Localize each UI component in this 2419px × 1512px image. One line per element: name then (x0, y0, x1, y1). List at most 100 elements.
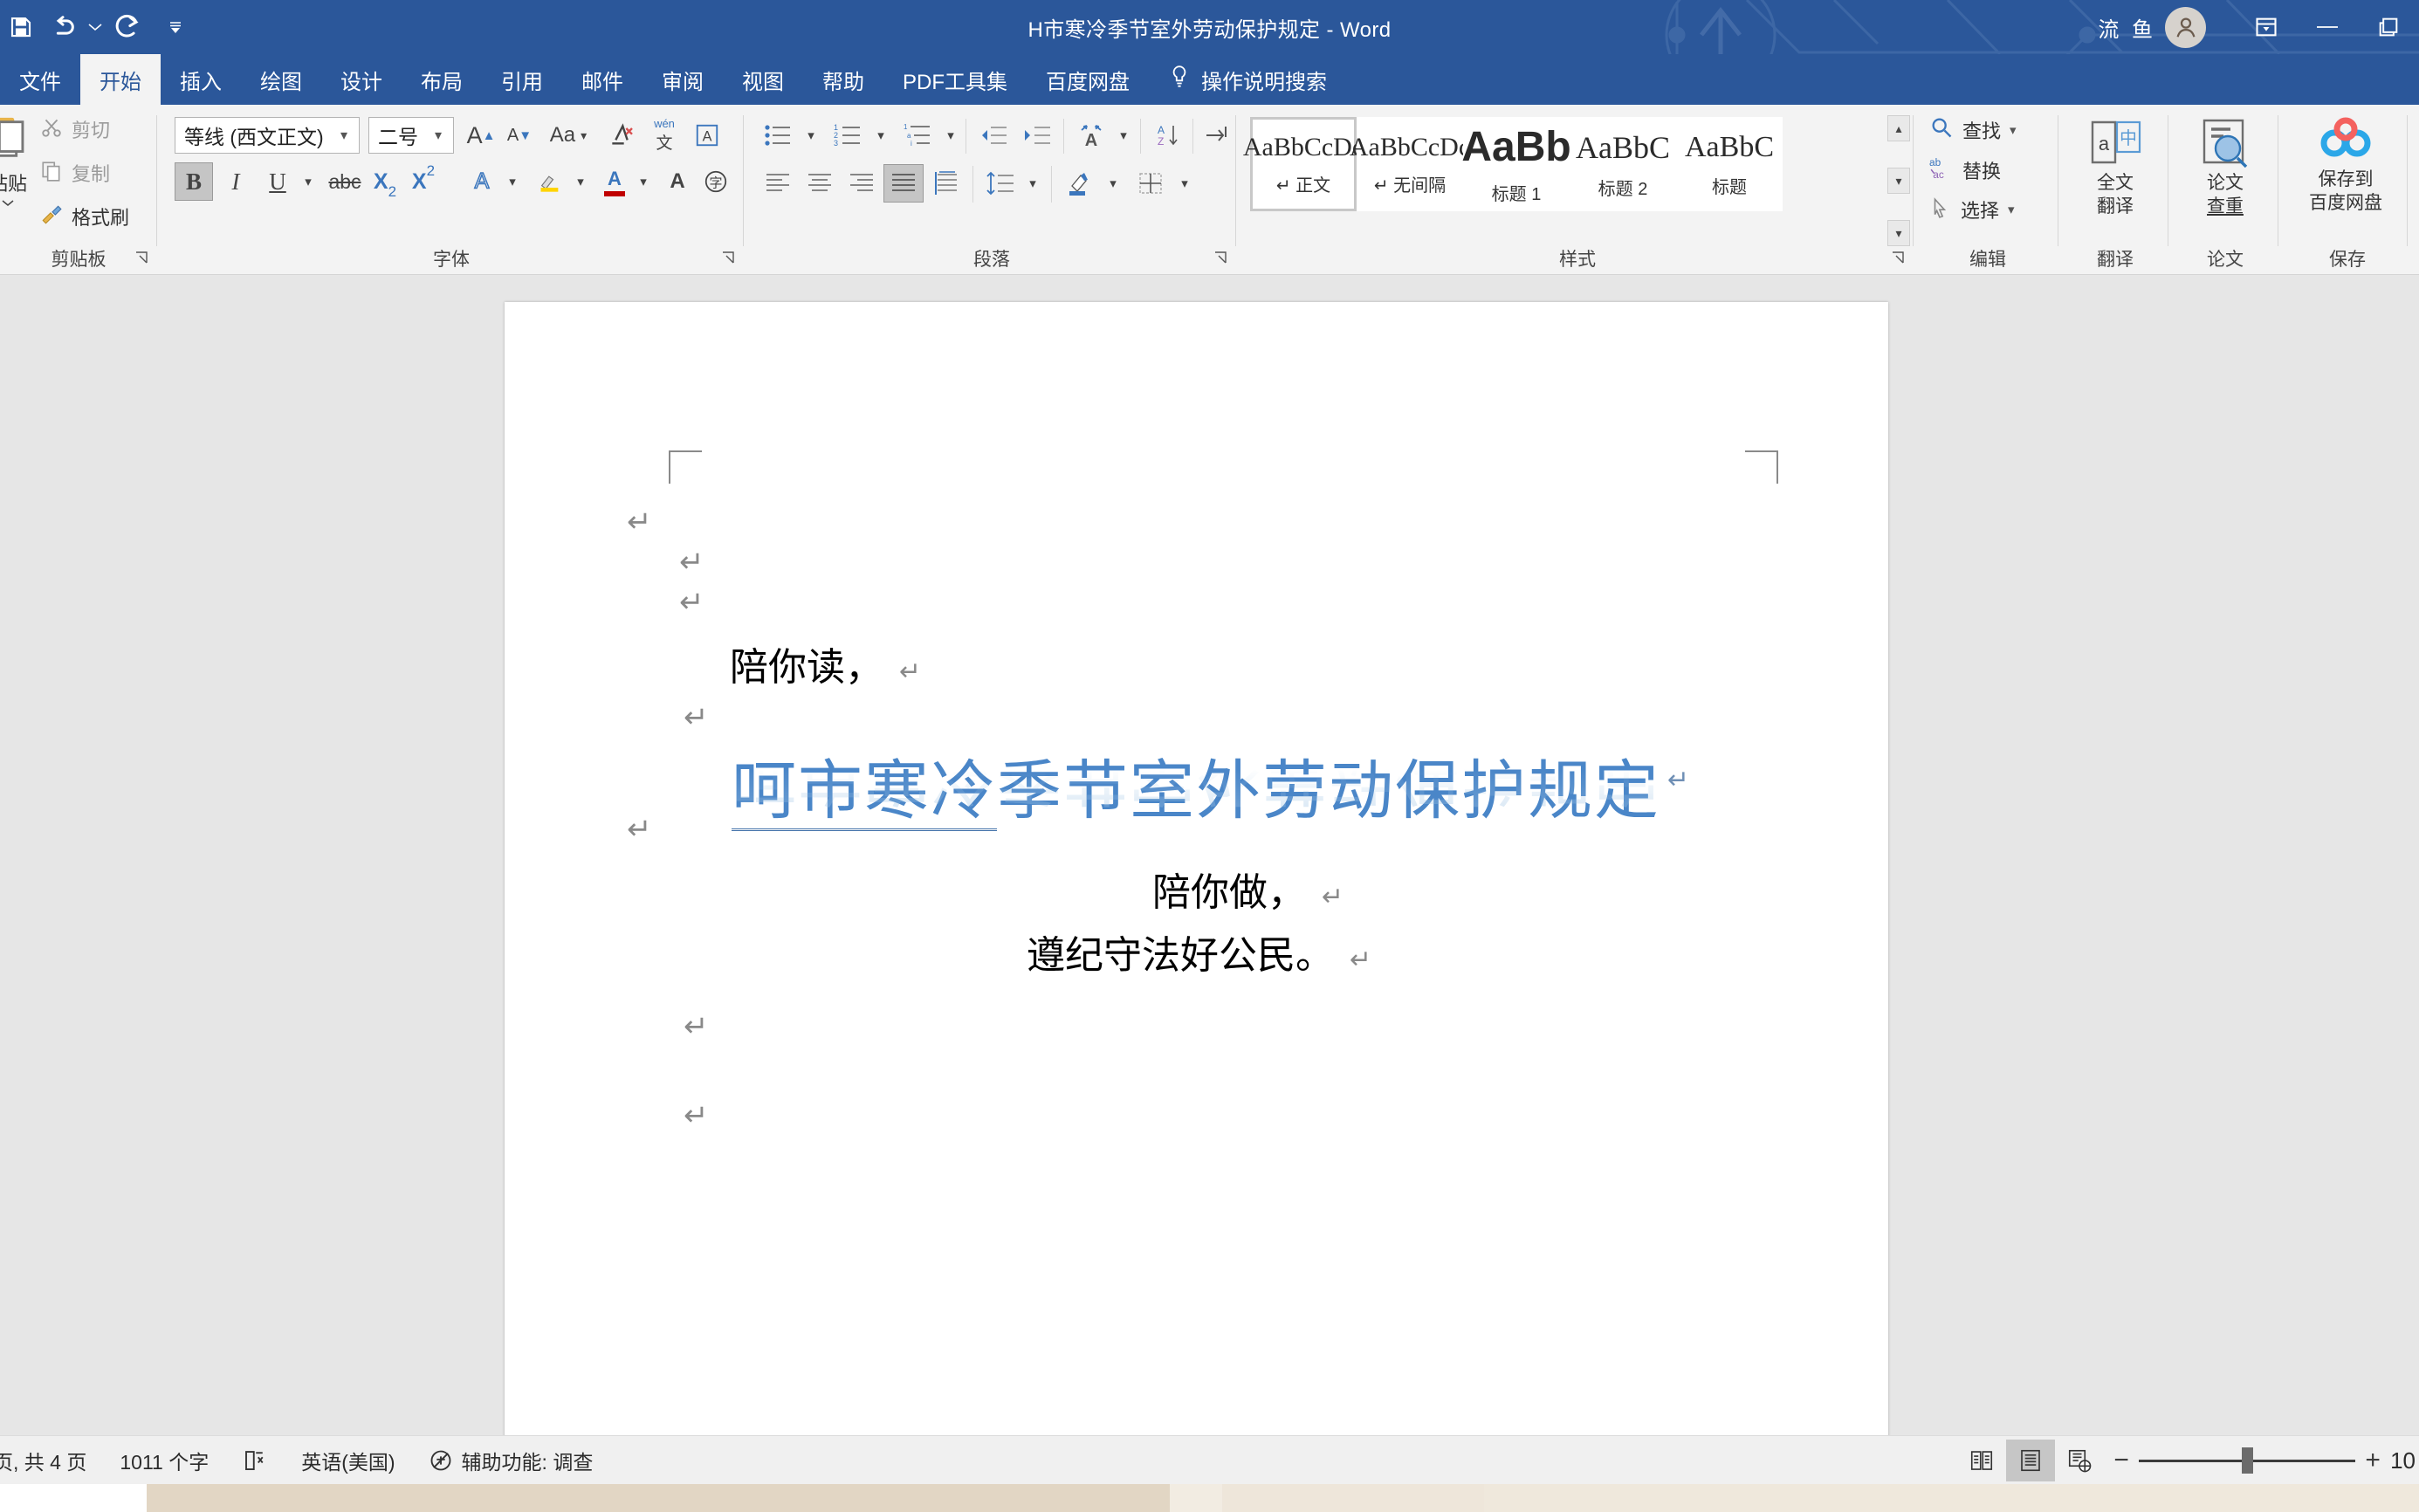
shrink-font-icon[interactable]: A ▼ (501, 117, 538, 154)
taskbar-tray[interactable] (1484, 1484, 2419, 1512)
align-left-icon[interactable] (758, 164, 798, 203)
numbering-dropdown-icon[interactable]: ▾ (869, 117, 892, 154)
tab-layout[interactable]: 布局 (402, 54, 482, 105)
sort-icon[interactable]: AZ (1147, 117, 1189, 154)
page-indicator[interactable]: 页, 共 4 页 (0, 1446, 86, 1475)
text-effects-dropdown-icon[interactable]: ▾ (501, 162, 524, 201)
paragraph-line[interactable]: 陪你读， ↵ (730, 636, 921, 691)
user-name[interactable]: 流 鱼 (2098, 12, 2156, 43)
tell-me-search[interactable]: 操作说明搜索 (1149, 54, 1346, 105)
shading-icon[interactable] (1058, 164, 1100, 203)
style-no-spacing[interactable]: AaBbCcDc ↵ 无间隔 (1350, 117, 1470, 211)
bold-button[interactable]: B (175, 162, 213, 201)
multilevel-dropdown-icon[interactable]: ▾ (939, 117, 962, 154)
tab-baidu-netdisk[interactable]: 百度网盘 (1027, 54, 1149, 105)
highlight-dropdown-icon[interactable]: ▾ (569, 162, 592, 201)
thesis-check-button[interactable]: 论文 查重 (2177, 117, 2273, 219)
enclose-character-icon[interactable]: 字 (697, 162, 735, 201)
tab-design[interactable]: 设计 (321, 54, 402, 105)
paragraph-line[interactable]: 陪你做， ↵ (1152, 861, 1344, 917)
format-painter-button[interactable]: 格式刷 (40, 203, 129, 230)
show-marks-icon[interactable] (1198, 117, 1236, 154)
full-text-translate-button[interactable]: a 中 全文 翻译 (2067, 117, 2163, 219)
style-title[interactable]: AaBbC 标题 (1676, 117, 1783, 211)
styles-scroll-down-icon[interactable]: ▾ (1887, 168, 1910, 194)
borders-icon[interactable] (1130, 164, 1172, 203)
empty-paragraph[interactable]: ↵ (684, 1098, 709, 1133)
distribute-icon[interactable] (927, 164, 967, 203)
web-layout-icon[interactable] (2055, 1440, 2104, 1481)
chinese-layout-dropdown-icon[interactable]: ▾ (1112, 117, 1135, 154)
restore-icon[interactable] (2358, 0, 2419, 54)
borders-dropdown-icon[interactable]: ▾ (1173, 164, 1196, 203)
font-size-combo[interactable]: 二号 ▾ (368, 117, 454, 154)
clear-formatting-icon[interactable] (602, 117, 641, 154)
word-count[interactable]: 1011 个字 (120, 1446, 209, 1475)
spell-check-icon[interactable] (242, 1447, 268, 1474)
print-layout-icon[interactable] (2006, 1440, 2056, 1481)
empty-paragraph[interactable]: ↵ (627, 505, 652, 540)
replace-button[interactable]: ab ac 替换 (1929, 155, 2001, 184)
style-heading-1[interactable]: AaBb 标题 1 (1461, 117, 1571, 211)
styles-more-icon[interactable]: ▾ (1887, 220, 1910, 246)
taskbar-item[interactable] (147, 1484, 1170, 1512)
tab-mailings[interactable]: 邮件 (562, 54, 643, 105)
styles-scroll-up-icon[interactable]: ▴ (1887, 115, 1910, 141)
find-dropdown-icon[interactable]: ▾ (2010, 122, 2017, 138)
document-page[interactable]: ↵ ↵ ↵ 陪你读， ↵ ↵ 呵市寒冷季节室外劳动保护规定 呵市寒冷季节室外劳动… (505, 302, 1888, 1472)
change-case-icon[interactable]: Aa ▾ (541, 117, 595, 154)
zoom-slider[interactable] (2139, 1440, 2356, 1481)
line-spacing-dropdown-icon[interactable]: ▾ (1021, 164, 1044, 203)
paragraph-dialog-launcher-icon[interactable] (1212, 249, 1231, 268)
text-highlight-icon[interactable] (529, 162, 571, 201)
minimize-icon[interactable] (2297, 0, 2358, 54)
document-area[interactable]: ↵ ↵ ↵ 陪你读， ↵ ↵ 呵市寒冷季节室外劳动保护规定 呵市寒冷季节室外劳动… (0, 276, 2419, 1472)
tab-review[interactable]: 审阅 (643, 54, 723, 105)
avatar[interactable] (2165, 6, 2206, 48)
tab-home[interactable]: 开始 (80, 54, 161, 105)
zoom-out-button[interactable]: − (2104, 1446, 2139, 1475)
font-color-icon[interactable]: A (595, 162, 634, 201)
style-normal[interactable]: AaBbCcDc ↵ 正文 (1243, 117, 1364, 211)
paste-button[interactable]: 粘贴 (0, 113, 45, 212)
font-name-combo[interactable]: 等线 (西文正文) ▾ (175, 117, 360, 154)
select-dropdown-icon[interactable]: ▾ (2008, 202, 2015, 217)
bullets-dropdown-icon[interactable]: ▾ (800, 117, 822, 154)
numbering-icon[interactable]: 123 (828, 117, 869, 154)
increase-indent-icon[interactable] (1016, 117, 1058, 154)
clipboard-dialog-launcher-icon[interactable] (133, 249, 152, 268)
empty-paragraph[interactable]: ↵ (679, 585, 704, 620)
strikethrough-button[interactable]: abc (325, 162, 365, 201)
tab-help[interactable]: 帮助 (803, 54, 883, 105)
font-color-dropdown-icon[interactable]: ▾ (632, 162, 655, 201)
decrease-indent-icon[interactable] (972, 117, 1014, 154)
multilevel-list-icon[interactable]: 1 a i (897, 117, 939, 154)
empty-paragraph[interactable]: ↵ (684, 1009, 709, 1044)
empty-paragraph[interactable]: ↵ (679, 545, 704, 580)
tab-insert[interactable]: 插入 (161, 54, 241, 105)
subscript-button[interactable]: X2 (367, 162, 403, 201)
zoom-in-button[interactable]: + (2355, 1446, 2390, 1475)
align-right-icon[interactable] (842, 164, 882, 203)
underline-button[interactable]: U (258, 162, 297, 201)
tab-references[interactable]: 引用 (482, 54, 562, 105)
save-to-netdisk-button[interactable]: 保存到 百度网盘 (2298, 117, 2394, 216)
font-dialog-launcher-icon[interactable] (719, 249, 739, 268)
read-mode-icon[interactable] (1957, 1440, 2006, 1481)
line-spacing-icon[interactable] (979, 164, 1021, 203)
justify-button[interactable] (883, 164, 924, 203)
phonetic-guide-icon[interactable]: wén 文 (644, 117, 684, 154)
find-button[interactable]: 查找 ▾ (1929, 115, 2017, 144)
ribbon-display-options-icon[interactable] (2236, 0, 2297, 54)
taskbar-item[interactable] (1170, 1484, 1222, 1512)
tab-draw[interactable]: 绘图 (241, 54, 321, 105)
language-indicator[interactable]: 英语(美国) (301, 1446, 395, 1475)
accessibility-indicator[interactable]: 辅助功能: 调查 (429, 1446, 593, 1475)
align-center-icon[interactable] (800, 164, 840, 203)
select-button[interactable]: 选择 ▾ (1929, 196, 2015, 223)
taskbar[interactable] (0, 1484, 2419, 1512)
tab-view[interactable]: 视图 (723, 54, 803, 105)
style-heading-2[interactable]: AaBbC 标题 2 (1570, 117, 1676, 211)
paste-dropdown-icon[interactable] (1, 199, 15, 208)
shading-dropdown-icon[interactable]: ▾ (1102, 164, 1124, 203)
